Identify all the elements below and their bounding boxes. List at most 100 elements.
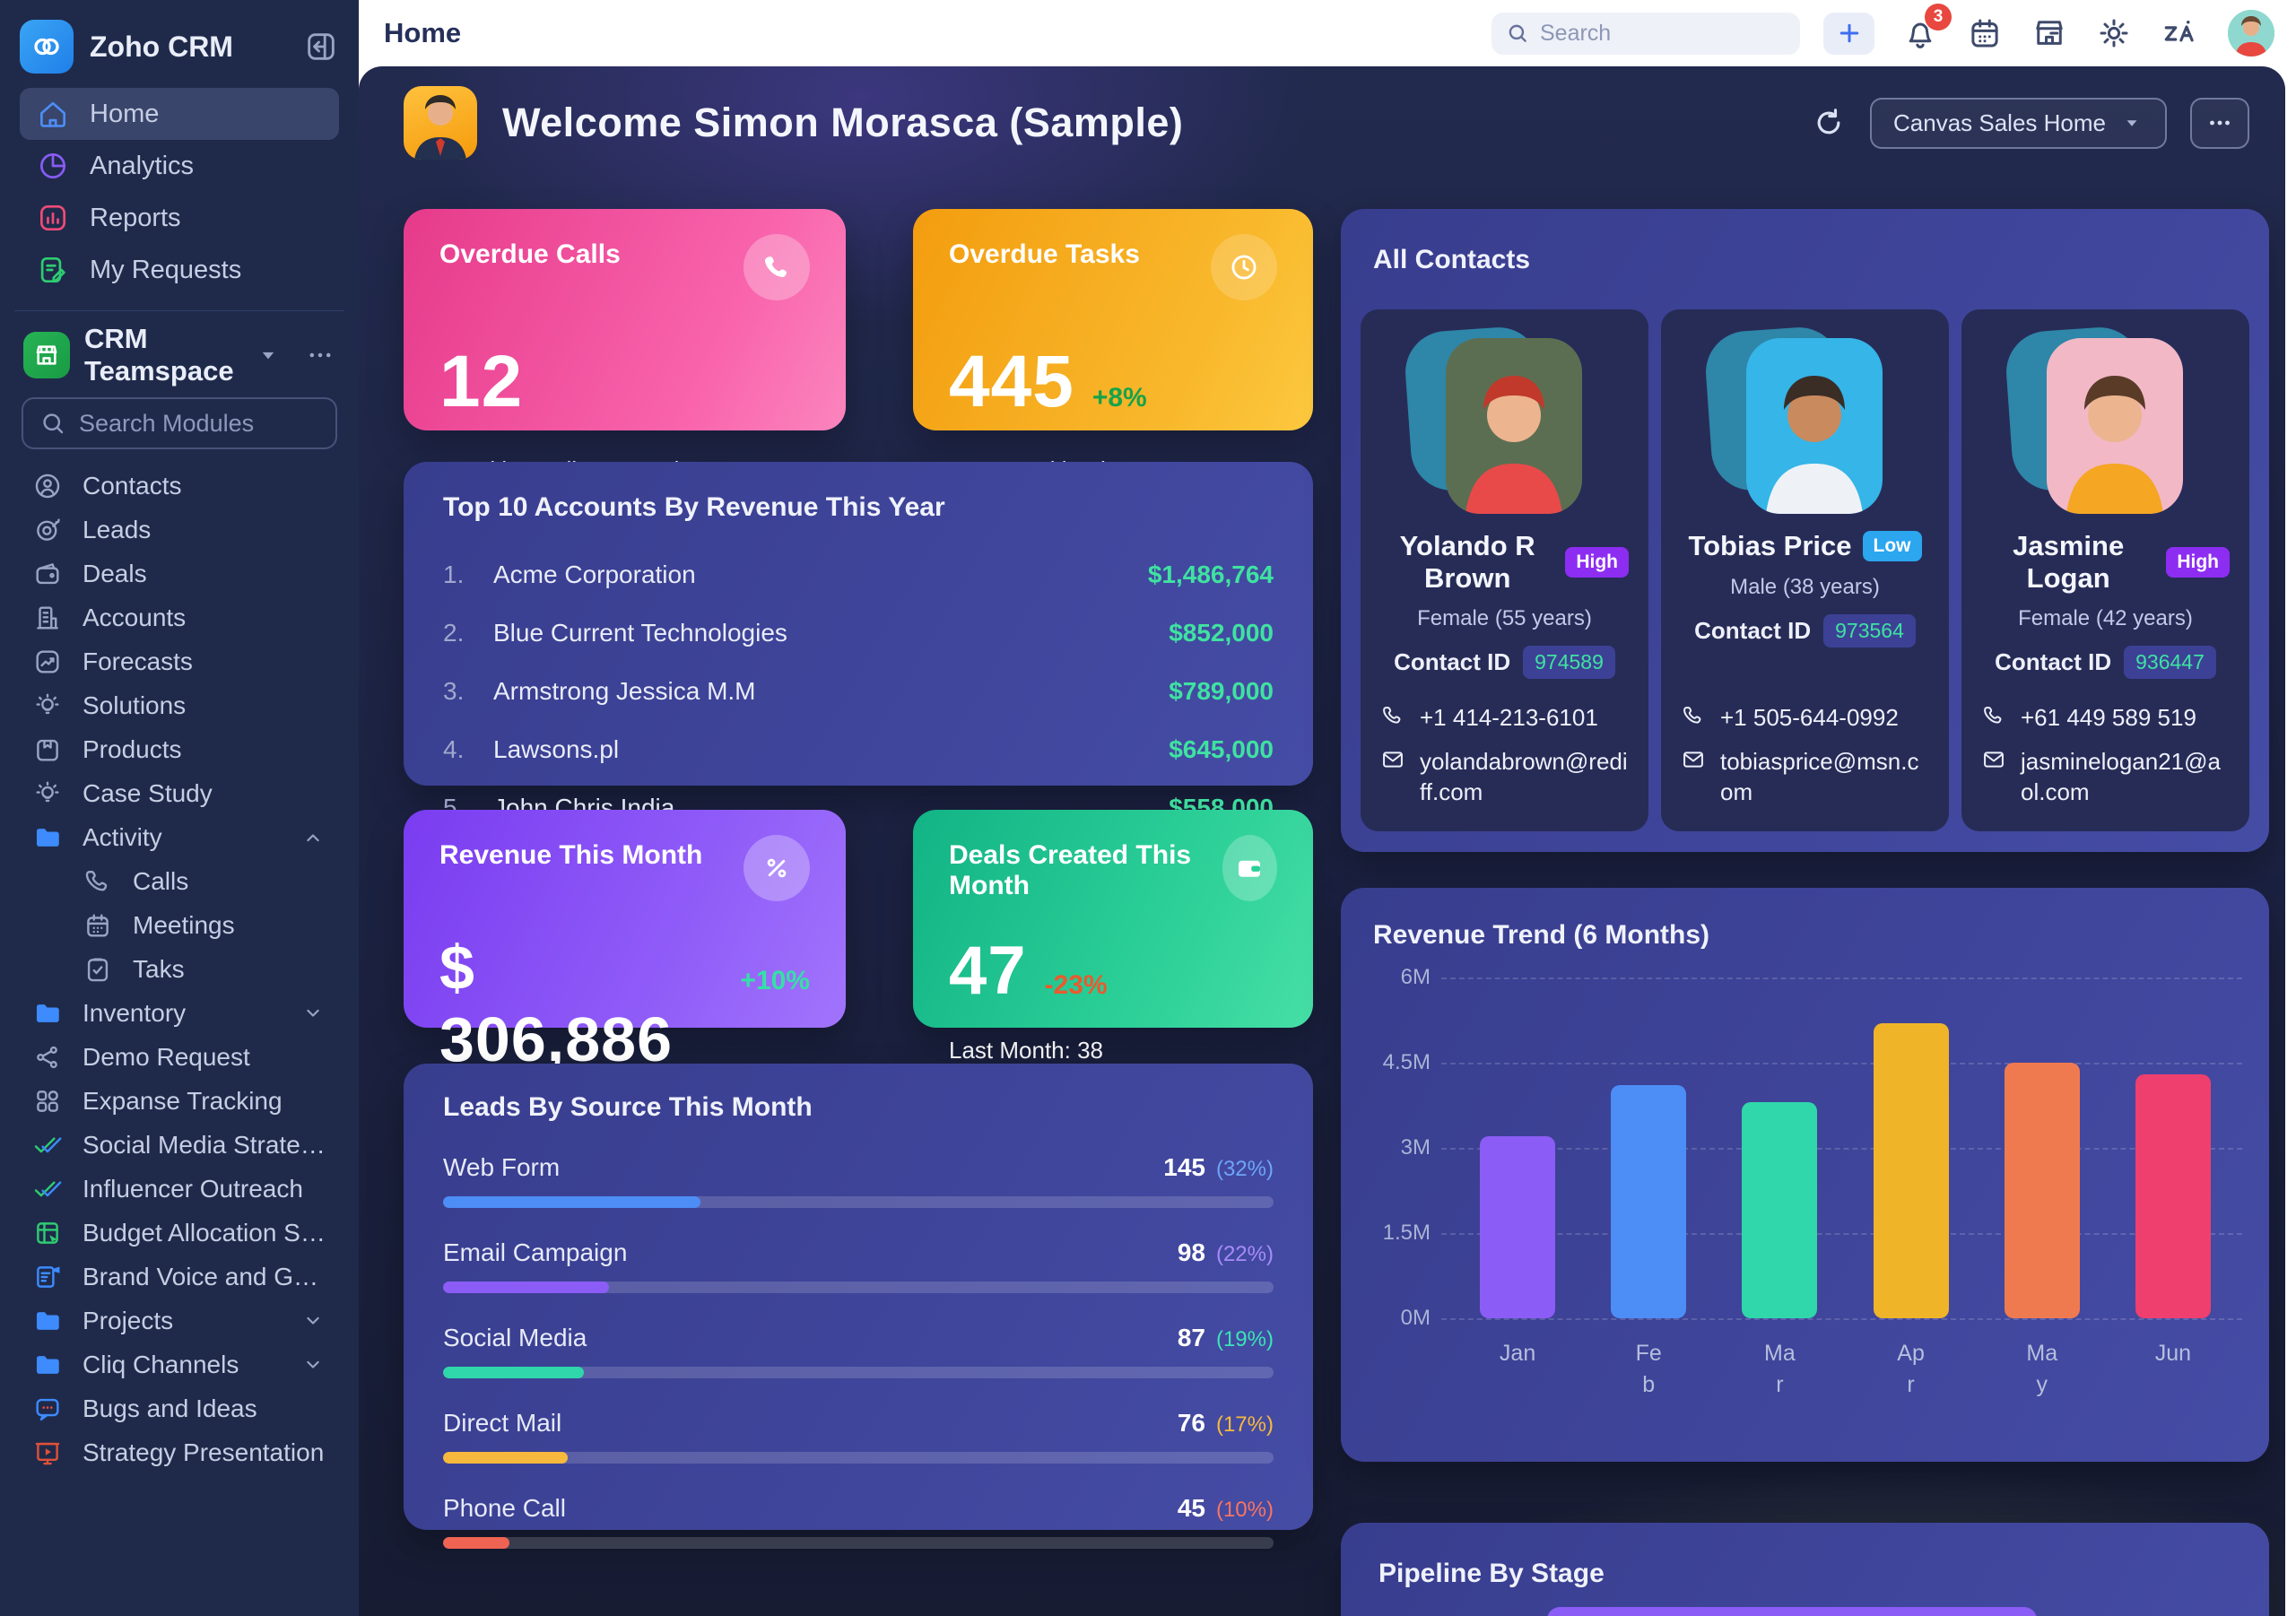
quick-create-button[interactable] (1823, 13, 1874, 55)
contact-email-row[interactable]: tobiasprice@msn.com (1681, 747, 1929, 808)
sidebar-module-influencer-outreach[interactable]: Influencer Outreach (20, 1167, 339, 1211)
account-row[interactable]: 4. Lawsons.pl $645,000 (443, 735, 1274, 764)
sidebar-module-contacts[interactable]: Contacts (20, 464, 339, 508)
global-search-input[interactable] (1540, 21, 1786, 47)
module-label: Deals (83, 560, 326, 588)
account-row[interactable]: 2. Blue Current Technologies $852,000 (443, 619, 1274, 647)
sidebar-module-activity[interactable]: Activity (20, 815, 339, 859)
page-title: Home (384, 17, 461, 49)
sidebar-module-cliq-channels[interactable]: Cliq Channels (20, 1342, 339, 1386)
marketplace-icon[interactable] (2031, 14, 2068, 52)
lead-progress-fill (443, 1537, 509, 1549)
module-label: Social Media Strategy (83, 1131, 326, 1160)
account-row[interactable]: 1. Acme Corporation $1,486,764 (443, 560, 1274, 589)
sidebar-module-budget-allocation-spre[interactable]: Budget Allocation Spre... (20, 1211, 339, 1255)
sidebar-module-forecasts[interactable]: Forecasts (20, 639, 339, 683)
contact-card[interactable]: Jasmine Logan High Female (42 years) Con… (1961, 309, 2249, 831)
contact-phone-row[interactable]: +61 449 589 519 (1981, 703, 2230, 734)
sidebar-module-meetings[interactable]: Meetings (20, 903, 339, 947)
top-accounts-card: Top 10 Accounts By Revenue This Year 1. … (404, 462, 1313, 786)
sidebar-item-my-requests[interactable]: My Requests (20, 244, 339, 296)
sidebar-module-taks[interactable]: Taks (20, 947, 339, 991)
sidebar-module-bugs-and-ideas[interactable]: Bugs and Ideas (20, 1386, 339, 1430)
overdue-calls-card: Overdue Calls 12 Need immediate attentio… (404, 209, 846, 430)
y-axis-tick: 6M (1373, 965, 1431, 990)
sidebar-module-demo-request[interactable]: Demo Request (20, 1035, 339, 1079)
revenue-bar-mar[interactable] (1742, 1102, 1817, 1318)
lead-source-list: Web Form 145 (32%) Email Campaign 98 (22… (443, 1153, 1274, 1549)
phone-icon (1681, 703, 1706, 728)
zia-icon[interactable] (2160, 14, 2201, 52)
module-search-input[interactable] (79, 410, 319, 438)
sidebar-module-strategy-presentation[interactable]: Strategy Presentation (20, 1430, 339, 1474)
card-title: Deals Created This Month (949, 840, 1222, 901)
module-label: Products (83, 735, 326, 764)
dashboard-more-button[interactable] (2190, 98, 2249, 149)
contact-phone-row[interactable]: +1 414-213-6101 (1380, 703, 1629, 734)
chevron-up-icon[interactable] (300, 824, 326, 851)
sidebar-module-leads[interactable]: Leads (20, 508, 339, 552)
x-axis-label: Mar (1757, 1338, 1802, 1401)
lead-source-percent: (19%) (1216, 1327, 1274, 1352)
sidebar-module-projects[interactable]: Projects (20, 1299, 339, 1342)
notifications-bell-icon[interactable]: 3 (1901, 14, 1939, 52)
contact-card[interactable]: Yolando R Brown High Female (55 years) C… (1361, 309, 1648, 831)
contact-card[interactable]: Tobias Price Low Male (38 years) Contact… (1661, 309, 1949, 831)
sidebar-module-deals[interactable]: Deals (20, 552, 339, 595)
module-label: Solutions (83, 691, 326, 720)
contact-gender-age: Female (42 years) (2018, 606, 2193, 631)
sidebar-primary-nav: Home Analytics Reports My Requests (20, 88, 339, 296)
contact-gender-age: Male (38 years) (1730, 575, 1880, 600)
sidebar-module-expanse-tracking[interactable]: Expanse Tracking (20, 1079, 339, 1123)
user-avatar[interactable] (2228, 10, 2274, 56)
account-row[interactable]: 3. Armstrong Jessica M.M $789,000 (443, 677, 1274, 706)
sidebar-module-accounts[interactable]: Accounts (20, 595, 339, 639)
chevron-down-icon[interactable] (300, 1000, 326, 1027)
collapse-sidebar-icon[interactable] (303, 29, 339, 65)
sidebar-item-analytics[interactable]: Analytics (20, 140, 339, 192)
scrollbar-track[interactable] (2285, 0, 2296, 1616)
teamspace-caret-icon[interactable] (255, 342, 282, 369)
user-icon (32, 471, 63, 501)
revenue-bar-apr[interactable] (1874, 1023, 1949, 1318)
sidebar-module-case-study[interactable]: Case Study (20, 771, 339, 815)
sidebar-module-solutions[interactable]: Solutions (20, 683, 339, 727)
contact-email-row[interactable]: yolandabrown@rediff.com (1380, 747, 1629, 808)
teamspace-row[interactable]: CRM Teamspace (20, 326, 339, 385)
sidebar-module-brand-voice-and-guide[interactable]: Brand Voice and Guide... (20, 1255, 339, 1299)
lead-progress-track (443, 1282, 1274, 1293)
lead-source-value: 98 (1178, 1238, 1205, 1267)
refresh-icon[interactable] (1811, 105, 1847, 141)
teamspace-more-icon[interactable] (305, 340, 335, 370)
sidebar-item-label: Reports (90, 204, 323, 233)
gear-icon[interactable] (2095, 14, 2133, 52)
folder-icon (32, 822, 63, 853)
contact-phone: +61 449 589 519 (2021, 703, 2196, 734)
panel-title: Leads By Source This Month (443, 1092, 1274, 1123)
revenue-bar-jun[interactable] (2135, 1074, 2211, 1318)
contact-phone-row[interactable]: +1 505-644-0992 (1681, 703, 1929, 734)
sidebar-module-products[interactable]: Products (20, 727, 339, 771)
percent-icon (744, 835, 810, 901)
contact-email-row[interactable]: jasminelogan21@aol.com (1981, 747, 2230, 808)
chevron-down-icon[interactable] (300, 1308, 326, 1334)
mail-icon (1380, 747, 1405, 772)
revenue-bar-jan[interactable] (1480, 1136, 1555, 1318)
contact-photo (1406, 327, 1604, 521)
revenue-bar-may[interactable] (2005, 1063, 2080, 1318)
chevron-down-icon[interactable] (300, 1351, 326, 1378)
calendar-icon[interactable] (1966, 14, 2004, 52)
x-axis-label: Feb (1626, 1338, 1671, 1401)
sidebar-module-calls[interactable]: Calls (20, 859, 339, 903)
sidebar-item-reports[interactable]: Reports (20, 192, 339, 244)
sidebar-module-social-media-strategy[interactable]: Social Media Strategy (20, 1123, 339, 1167)
lead-source-percent: (10%) (1216, 1498, 1274, 1523)
bulb-icon (32, 691, 63, 721)
sidebar-module-inventory[interactable]: Inventory (20, 991, 339, 1035)
module-search[interactable] (22, 397, 337, 449)
revenue-bar-feb[interactable] (1611, 1085, 1686, 1318)
global-search[interactable] (1492, 13, 1800, 55)
dashboard-view-selector[interactable]: Canvas Sales Home (1870, 98, 2167, 149)
module-label: Strategy Presentation (83, 1438, 326, 1467)
sidebar-item-home[interactable]: Home (20, 88, 339, 140)
